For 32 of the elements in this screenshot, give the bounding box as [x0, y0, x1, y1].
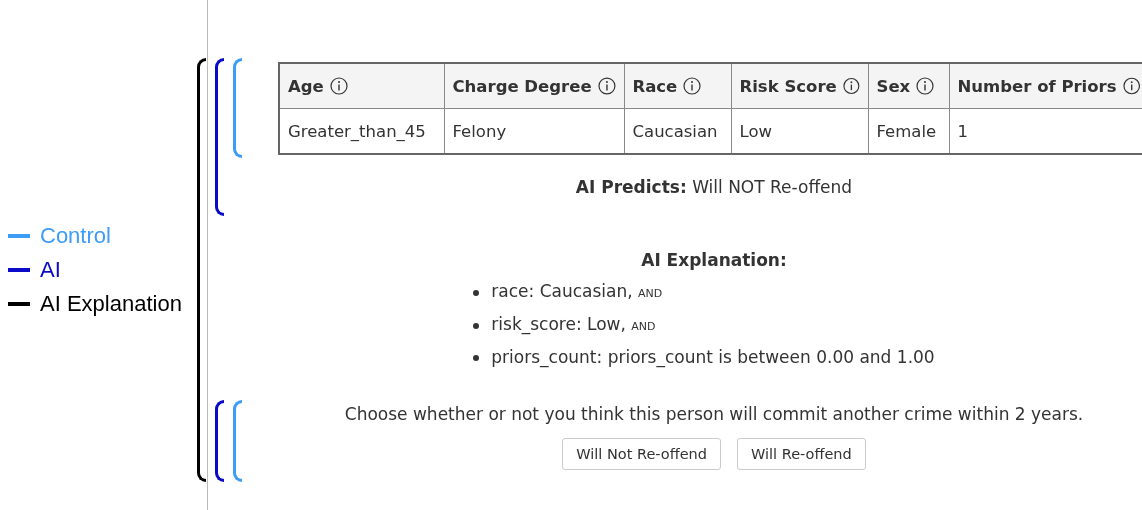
- legend-label: AI: [40, 257, 61, 283]
- info-icon: [1122, 77, 1140, 95]
- column-header: Risk Score: [739, 76, 837, 96]
- table-cell: Felony: [452, 121, 507, 141]
- explanation-item: race: Caucasian, AND: [491, 280, 663, 303]
- table-cell: Low: [739, 121, 772, 141]
- answer-button[interactable]: Will Not Re-offend: [562, 438, 721, 470]
- explanation-title: AI Explanation:: [641, 250, 787, 270]
- answer-button[interactable]: Will Re-offend: [737, 438, 866, 470]
- column-header: Charge Degree: [452, 76, 592, 96]
- column-header: Race: [632, 76, 678, 96]
- column-header: Number of Priors: [957, 76, 1117, 96]
- info-icon: [916, 77, 935, 95]
- bullet-icon: [473, 322, 480, 329]
- info-icon: [329, 77, 348, 95]
- explanation-item: risk_score: Low, AND: [491, 313, 656, 337]
- table-cell: 1: [957, 121, 968, 141]
- info-icon: [597, 77, 616, 95]
- info-icon: [842, 77, 860, 95]
- explanation-item: priors_count: priors_count is between 0.00 and 1.00: [491, 346, 935, 370]
- prediction-text: AI Predicts: Will NOT Re-offend: [575, 177, 853, 197]
- column-header: Age: [288, 76, 324, 96]
- column-header: Sex: [876, 76, 911, 96]
- table-cell: Greater_than_45: [288, 121, 426, 141]
- legend-label: Control: [40, 223, 111, 249]
- info-icon: [683, 77, 702, 95]
- table-cell: Female: [876, 121, 937, 141]
- legend-label: AI Explanation: [40, 291, 182, 317]
- question-text: Choose whether or not you think this person will commit another crime within 2 years.: [344, 404, 1084, 424]
- bullet-icon: [473, 354, 480, 361]
- table-cell: Caucasian: [632, 121, 718, 141]
- bullet-icon: [473, 289, 480, 296]
